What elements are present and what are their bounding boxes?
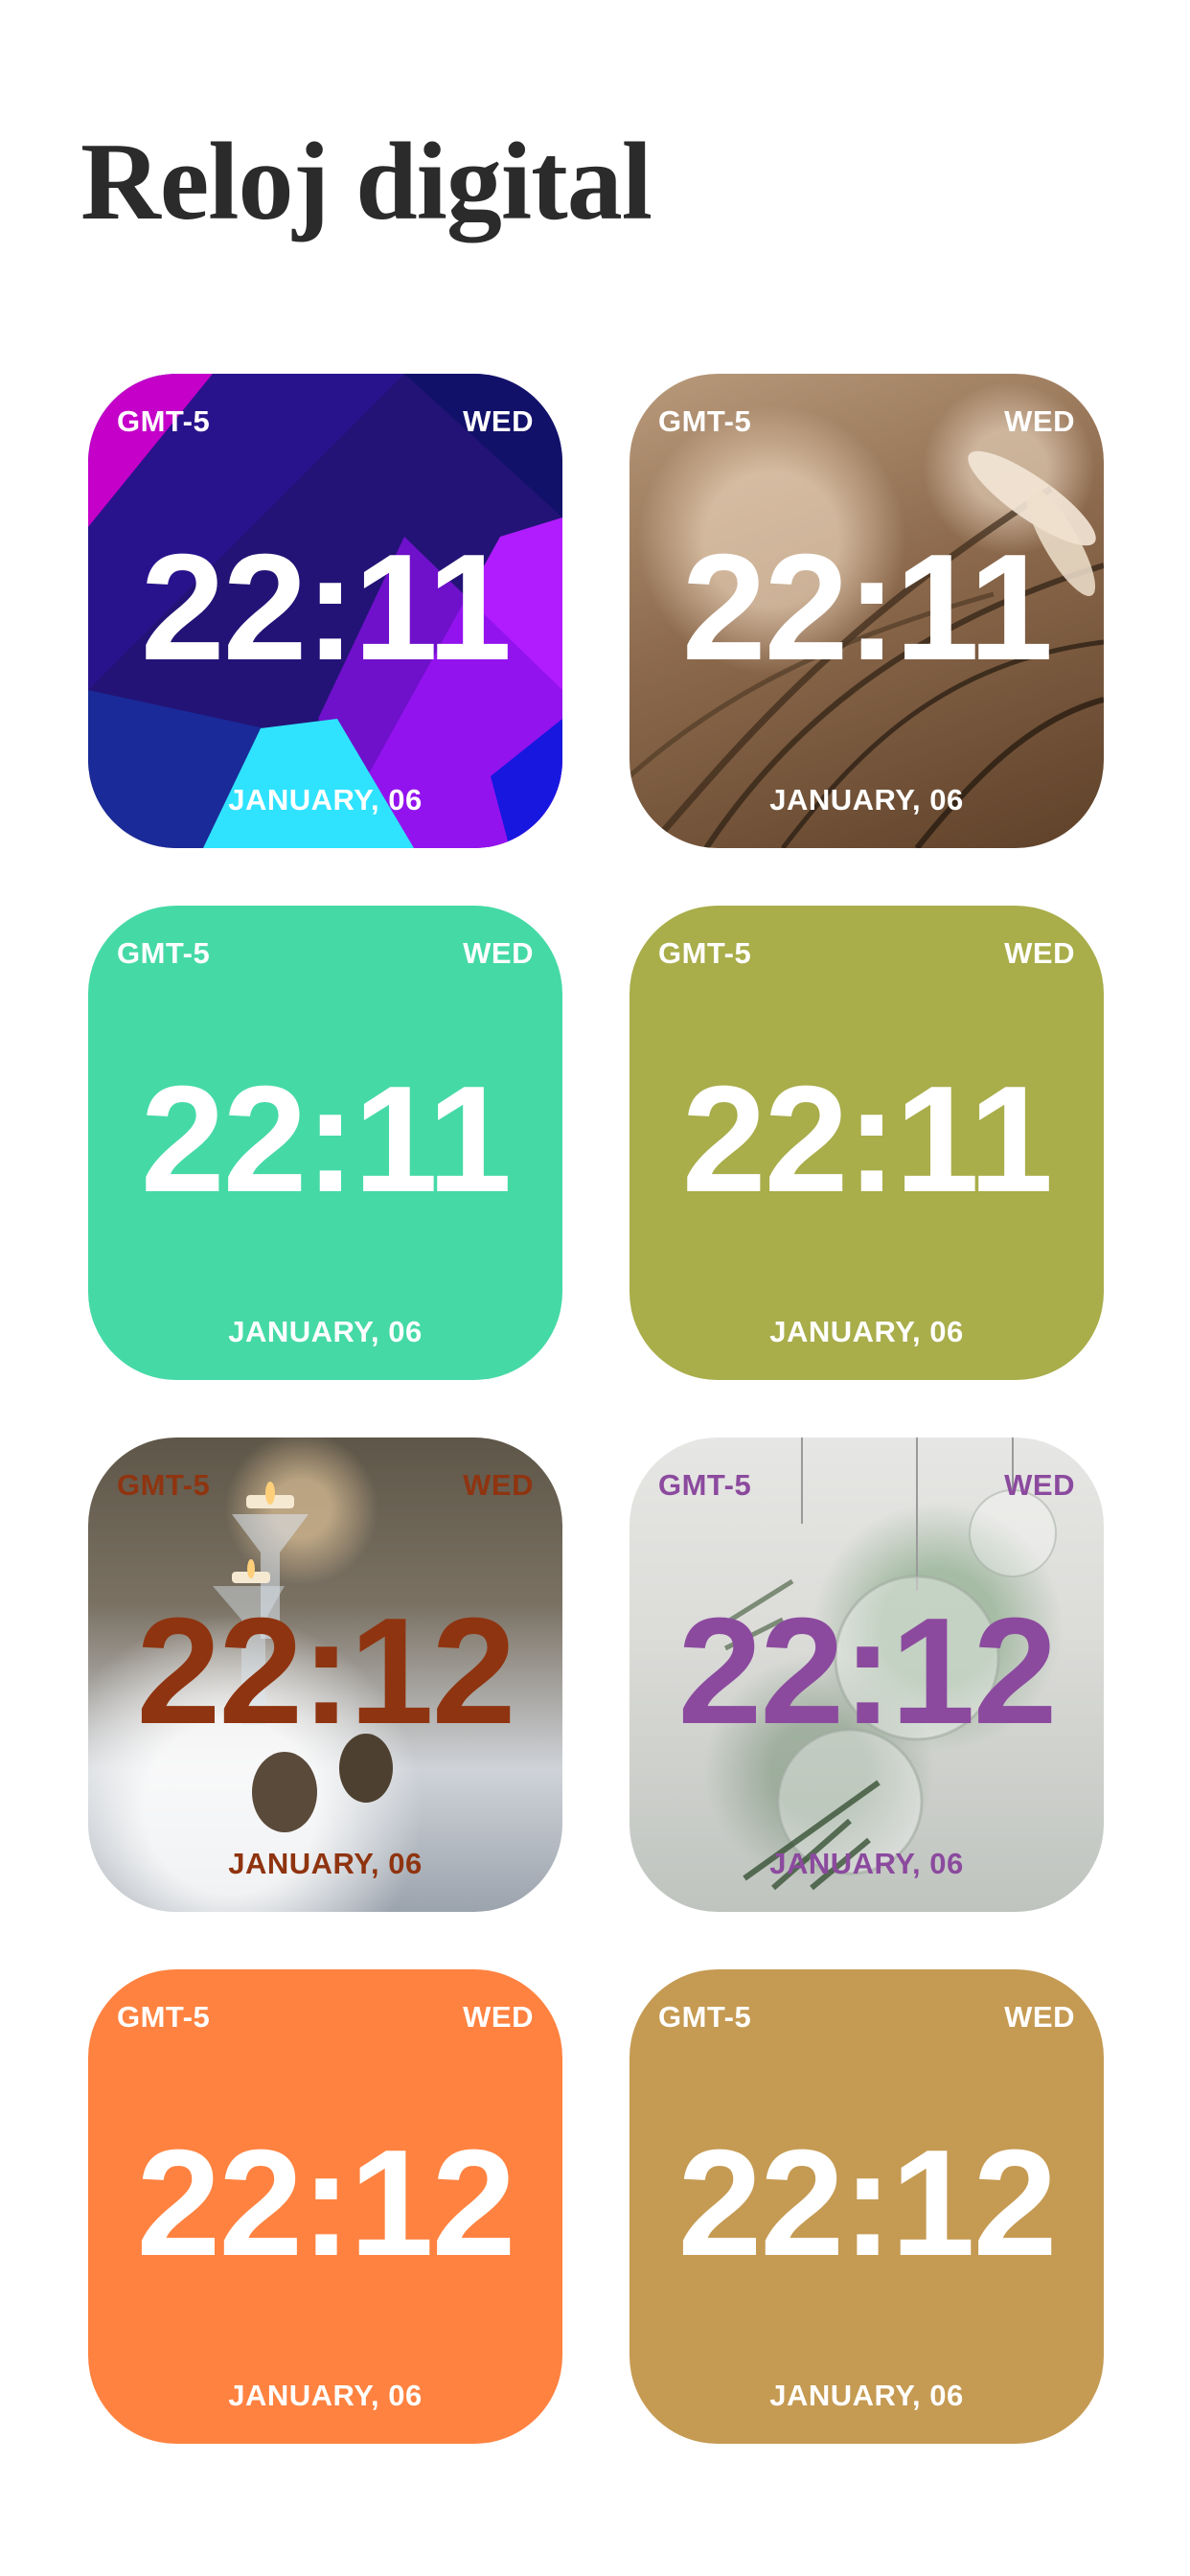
clock-widget-geometric[interactable]: GMT-5 WED 22:11 JANUARY, 06 (88, 374, 562, 848)
time-display: 22:12 (136, 1587, 515, 1756)
timezone-label: GMT-5 (658, 404, 752, 438)
clock-widget-olive[interactable]: GMT-5 WED 22:11 JANUARY, 06 (629, 906, 1104, 1380)
page-title: Reloj digital (80, 121, 652, 243)
timezone-label: GMT-5 (117, 936, 211, 970)
clock-widget-photo-candles[interactable]: GMT-5 WED 22:12 JANUARY, 06 (88, 1438, 562, 1912)
time-display: 22:11 (140, 523, 512, 692)
date-label: JANUARY, 06 (769, 1847, 964, 1880)
date-label: JANUARY, 06 (228, 1315, 423, 1348)
weekday-label: WED (1004, 2000, 1075, 2034)
timezone-label: GMT-5 (658, 2000, 752, 2034)
timezone-label: GMT-5 (117, 404, 211, 438)
timezone-label: GMT-5 (658, 936, 752, 970)
time-display: 22:12 (677, 1587, 1057, 1756)
date-label: JANUARY, 06 (769, 2379, 964, 2412)
date-label: JANUARY, 06 (228, 1847, 423, 1880)
clock-widget-ochre[interactable]: GMT-5 WED 22:12 JANUARY, 06 (629, 1969, 1104, 2444)
time-display: 22:11 (681, 1055, 1053, 1224)
timezone-label: GMT-5 (117, 1468, 211, 1502)
weekday-label: WED (1004, 936, 1075, 970)
time-display: 22:12 (136, 2119, 515, 2288)
date-label: JANUARY, 06 (769, 783, 964, 816)
widget-grid: GMT-5 WED 22:11 JANUARY, 06 GMT-5 WED 22… (88, 374, 1104, 2444)
time-display: 22:11 (140, 1055, 512, 1224)
weekday-label: WED (463, 404, 534, 438)
weekday-label: WED (1004, 404, 1075, 438)
weekday-label: WED (463, 936, 534, 970)
clock-widget-photo-grass[interactable]: GMT-5 WED 22:11 JANUARY, 06 (629, 374, 1104, 848)
time-display: 22:12 (677, 2119, 1057, 2288)
clock-widget-orange[interactable]: GMT-5 WED 22:12 JANUARY, 06 (88, 1969, 562, 2444)
weekday-label: WED (1004, 1468, 1075, 1502)
date-label: JANUARY, 06 (769, 1315, 964, 1348)
date-label: JANUARY, 06 (228, 2379, 423, 2412)
date-label: JANUARY, 06 (228, 783, 423, 816)
weekday-label: WED (463, 1468, 534, 1502)
time-display: 22:11 (681, 523, 1053, 692)
clock-widget-photo-ornaments[interactable]: GMT-5 WED 22:12 JANUARY, 06 (629, 1438, 1104, 1912)
clock-widget-mint[interactable]: GMT-5 WED 22:11 JANUARY, 06 (88, 906, 562, 1380)
timezone-label: GMT-5 (658, 1468, 752, 1502)
timezone-label: GMT-5 (117, 2000, 211, 2034)
weekday-label: WED (463, 2000, 534, 2034)
